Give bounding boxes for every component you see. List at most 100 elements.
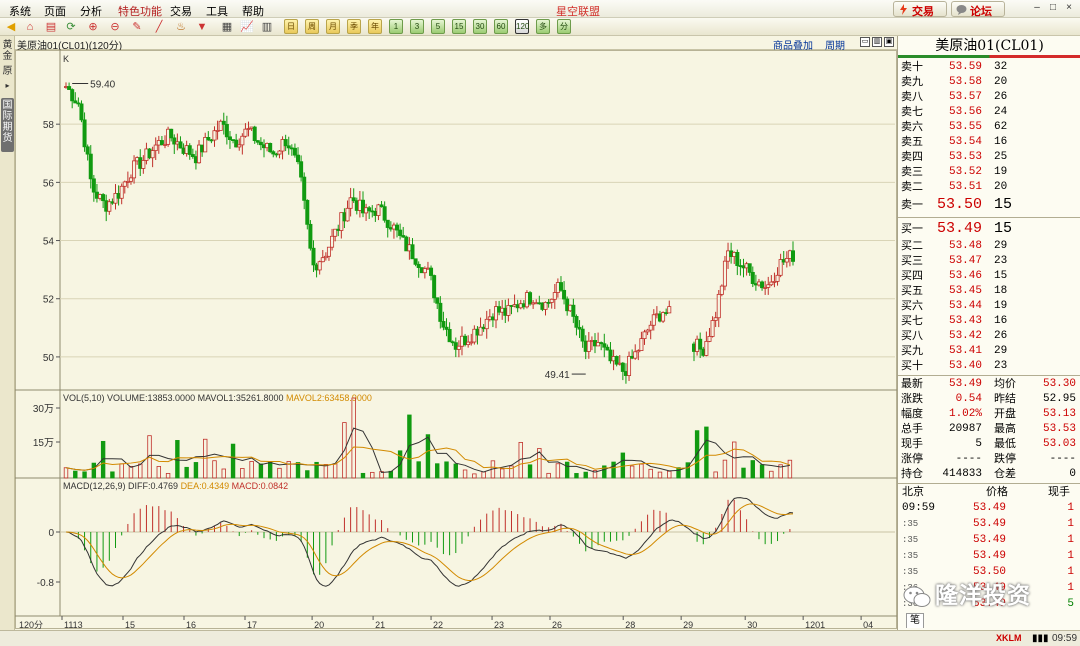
- bid-row[interactable]: 买五 53.45 18: [898, 284, 1080, 299]
- flame-icon[interactable]: ♨: [174, 20, 188, 34]
- bid-row[interactable]: 买四 53.46 15: [898, 269, 1080, 284]
- book-divider: [898, 217, 1080, 218]
- draw-line-icon[interactable]: ╱: [152, 20, 166, 34]
- ask-price: 53.59: [948, 61, 982, 73]
- period-15min[interactable]: 15: [452, 19, 466, 34]
- bid-row[interactable]: 买九 53.41 29: [898, 344, 1080, 359]
- tab-arrow-icon[interactable]: ▸: [1, 80, 14, 91]
- ask-row[interactable]: 卖四 53.53 25: [898, 150, 1080, 165]
- menu-analysis[interactable]: 分析: [80, 3, 102, 19]
- tab-intl-futures[interactable]: 国际期货: [1, 98, 14, 152]
- filter-icon[interactable]: ▼: [195, 20, 209, 34]
- ask-row[interactable]: 卖三 53.52 19: [898, 165, 1080, 180]
- menu-help[interactable]: 帮助: [242, 3, 264, 19]
- home-icon[interactable]: ⌂: [23, 20, 37, 34]
- bid-label: 买六: [901, 300, 923, 312]
- quote-list-icon[interactable]: ▤: [44, 20, 58, 34]
- volume-bar: [91, 462, 97, 479]
- stat-label: 仓差: [994, 468, 1016, 480]
- ask-row[interactable]: 卖六 53.55 62: [898, 120, 1080, 135]
- bid-price: 53.49: [936, 220, 982, 237]
- mavol1-value: MAVOL1:35261.8000: [198, 393, 286, 403]
- back-arrow-icon[interactable]: ◀: [4, 20, 18, 34]
- zoom-in-icon[interactable]: ⊕: [86, 20, 100, 34]
- pen-icon[interactable]: ✎: [130, 20, 144, 34]
- menu-system[interactable]: 系统: [9, 3, 31, 19]
- candle-down: [698, 338, 703, 350]
- bid-label: 买三: [901, 255, 923, 267]
- stat-label: 跌停: [994, 453, 1016, 465]
- bid-row[interactable]: 买十 53.40 23: [898, 359, 1080, 374]
- indicator-icon[interactable]: ▥: [260, 20, 274, 34]
- stat-label: 涨跌: [901, 393, 923, 405]
- x-tick-label: 17: [247, 620, 257, 630]
- period-1min[interactable]: 1: [389, 19, 403, 34]
- split-icon[interactable]: ▥: [872, 37, 882, 47]
- tab-gold[interactable]: 黄金: [1, 40, 14, 62]
- ask-row[interactable]: 卖一 53.50 15: [898, 195, 1080, 215]
- stat-label: 最低: [994, 438, 1016, 450]
- period-30min[interactable]: 30: [473, 19, 487, 34]
- bid-row[interactable]: 买二 53.48 29: [898, 239, 1080, 254]
- ask-row[interactable]: 卖七 53.56 24: [898, 105, 1080, 120]
- period-week[interactable]: 周: [305, 19, 319, 34]
- bid-price: 53.43: [948, 315, 982, 327]
- menu-tools[interactable]: 工具: [206, 3, 228, 19]
- price-tick-label: 56: [43, 178, 55, 189]
- forum-button[interactable]: 论坛: [951, 1, 1005, 18]
- bid-row[interactable]: 买一 53.49 15: [898, 219, 1080, 239]
- tab-crude[interactable]: 原: [1, 66, 14, 77]
- candle-up: [651, 314, 656, 326]
- menu-trade[interactable]: 交易: [170, 3, 192, 19]
- diff-line: [65, 497, 794, 587]
- zoom-out-icon[interactable]: ⊖: [108, 20, 122, 34]
- tick-row: :35 53.49 1: [898, 516, 1080, 532]
- ask-row[interactable]: 卖二 53.51 20: [898, 180, 1080, 195]
- close-icon[interactable]: ×: [1062, 2, 1076, 15]
- volume-bar: [323, 464, 329, 479]
- minimize-icon[interactable]: –: [1030, 2, 1044, 15]
- trade-button[interactable]: 交易: [893, 1, 947, 18]
- refresh-icon[interactable]: ⟳: [64, 20, 78, 34]
- period-5min[interactable]: 5: [431, 19, 445, 34]
- menu-page[interactable]: 页面: [44, 3, 66, 19]
- ask-row[interactable]: 卖十 53.59 32: [898, 60, 1080, 75]
- period-month[interactable]: 月: [326, 19, 340, 34]
- candle-up: [667, 306, 672, 314]
- stat-label: 均价: [994, 378, 1016, 390]
- period-quarter[interactable]: 季: [347, 19, 361, 34]
- candle-down: [351, 197, 356, 202]
- layout-icon[interactable]: ▭: [860, 37, 870, 47]
- candle-down: [528, 292, 533, 305]
- period-60min[interactable]: 60: [494, 19, 508, 34]
- series-label: K: [63, 54, 69, 64]
- period-day[interactable]: 日: [284, 19, 298, 34]
- candle-down: [760, 281, 765, 289]
- chart-canvas[interactable]: 50 52 54 56 58 K 59.40 49.41 VOL(5,10) VOLUME:13…: [15, 50, 897, 630]
- restore-icon[interactable]: ▣: [884, 37, 894, 47]
- menu-special-features[interactable]: 特色功能: [118, 3, 162, 19]
- chart-icon[interactable]: 📈: [240, 20, 254, 34]
- bid-row[interactable]: 买七 53.43 16: [898, 314, 1080, 329]
- period-multi[interactable]: 多: [536, 19, 550, 34]
- bid-volume: 23: [994, 255, 1008, 267]
- volume-bar: [277, 467, 282, 479]
- period-minute[interactable]: 分: [557, 19, 571, 34]
- volume-bar: [165, 473, 171, 479]
- ask-row[interactable]: 卖五 53.54 16: [898, 135, 1080, 150]
- macd-legend: MACD(12,26,9) DIFF:0.4769 DEA:0.4349 MAC…: [63, 481, 288, 491]
- bid-row[interactable]: 买六 53.44 19: [898, 299, 1080, 314]
- ask-price: 53.53: [948, 151, 982, 163]
- x-tick-label: 15: [125, 620, 135, 630]
- period-3min[interactable]: 3: [410, 19, 424, 34]
- period-120min[interactable]: 120: [515, 19, 529, 34]
- bid-row[interactable]: 买八 53.42 26: [898, 329, 1080, 344]
- signal-icon: ▮▮▮: [1032, 633, 1049, 644]
- period-year[interactable]: 年: [368, 19, 382, 34]
- bid-row[interactable]: 买三 53.47 23: [898, 254, 1080, 269]
- table-icon[interactable]: ▦: [220, 20, 234, 34]
- ask-row[interactable]: 卖九 53.58 20: [898, 75, 1080, 90]
- ask-row[interactable]: 卖八 53.57 26: [898, 90, 1080, 105]
- maximize-icon[interactable]: □: [1046, 2, 1060, 15]
- tab-ticks[interactable]: 笔: [906, 613, 924, 628]
